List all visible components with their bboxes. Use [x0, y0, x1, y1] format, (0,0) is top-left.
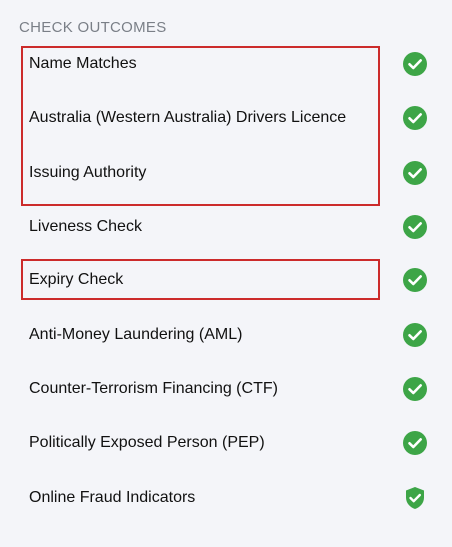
check-row-issuing-authority: Issuing Authority	[29, 158, 429, 188]
check-circle-icon	[402, 160, 428, 186]
check-label: Issuing Authority	[29, 164, 147, 181]
check-outcomes-panel: CHECK OUTCOMES Name Matches Australia (W…	[0, 0, 452, 547]
check-label: Name Matches	[29, 55, 137, 72]
check-label: Politically Exposed Person (PEP)	[29, 434, 265, 451]
check-label: Counter-Terrorism Financing (CTF)	[29, 380, 278, 397]
check-row-aml: Anti-Money Laundering (AML)	[29, 320, 429, 350]
check-row-pep: Politically Exposed Person (PEP)	[29, 428, 429, 458]
check-row-online-fraud: Online Fraud Indicators	[29, 483, 429, 513]
check-label: Expiry Check	[29, 271, 124, 288]
check-circle-icon	[402, 267, 428, 293]
check-label: Australia (Western Australia) Drivers Li…	[29, 109, 347, 126]
section-title: CHECK OUTCOMES	[19, 19, 167, 36]
check-row-ctf: Counter-Terrorism Financing (CTF)	[29, 374, 429, 404]
check-row-name-matches: Name Matches	[29, 49, 429, 79]
check-label: Online Fraud Indicators	[29, 489, 196, 506]
check-label: Liveness Check	[29, 218, 142, 235]
check-row-expiry: Expiry Check	[29, 265, 429, 295]
check-circle-icon	[402, 430, 428, 456]
check-circle-icon	[402, 105, 428, 131]
check-row-liveness: Liveness Check	[29, 212, 429, 242]
check-circle-icon	[402, 322, 428, 348]
check-circle-icon	[402, 51, 428, 77]
check-row-drivers-licence: Australia (Western Australia) Drivers Li…	[29, 103, 429, 133]
shield-check-icon	[402, 485, 428, 511]
check-label: Anti-Money Laundering (AML)	[29, 326, 243, 343]
check-circle-icon	[402, 214, 428, 240]
check-circle-icon	[402, 376, 428, 402]
